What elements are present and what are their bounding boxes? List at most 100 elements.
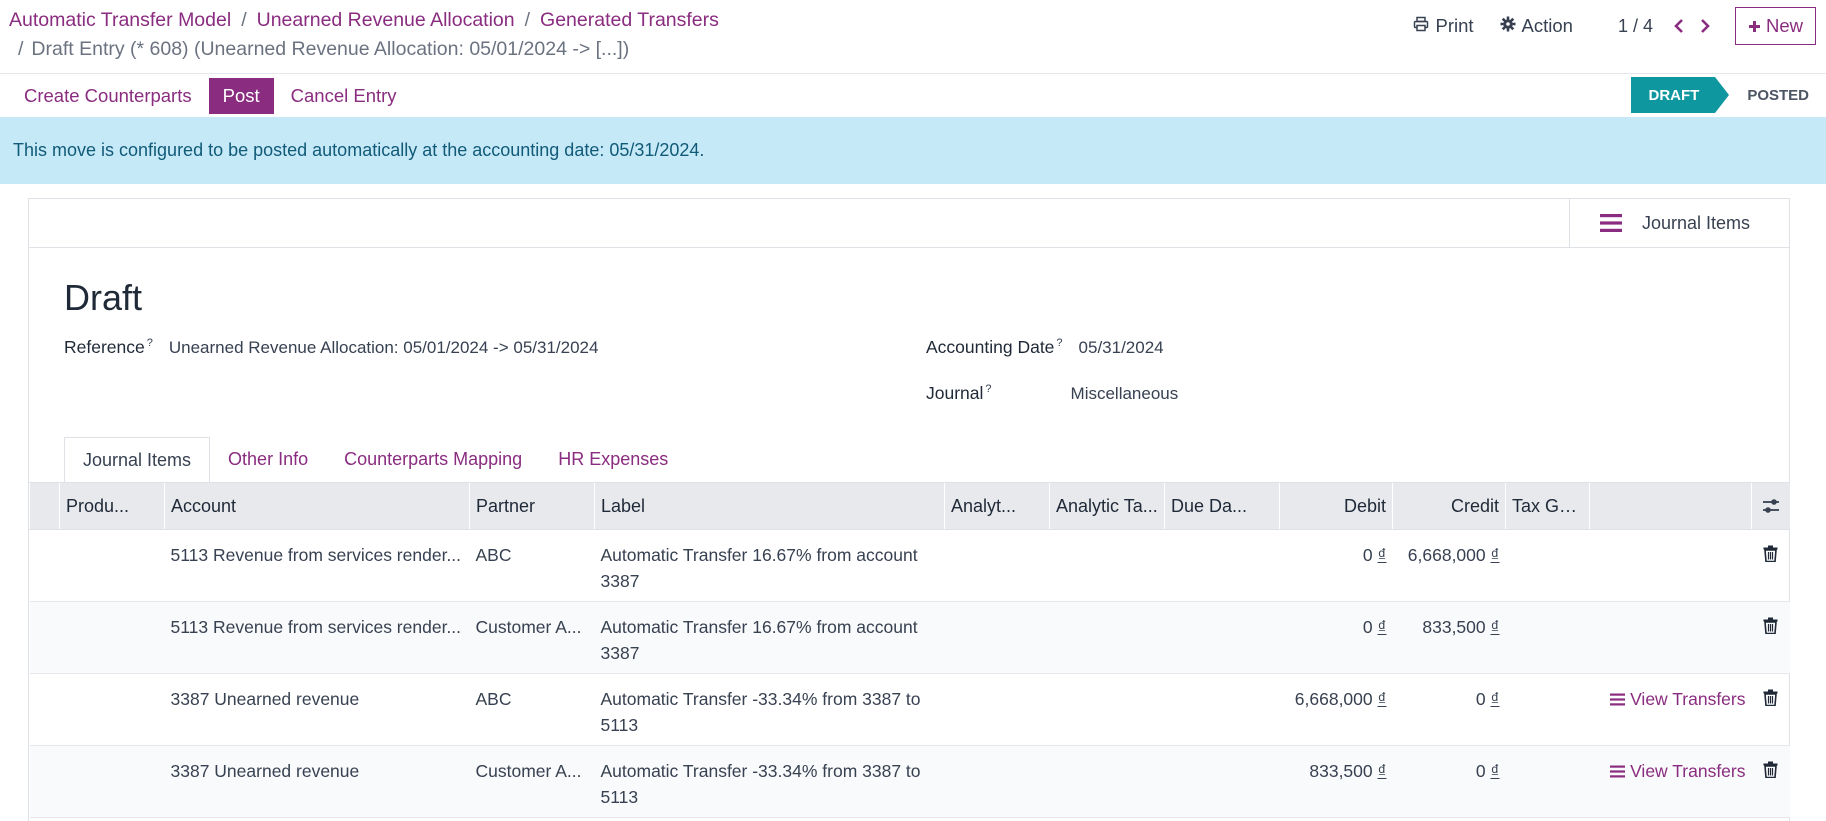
cell-account[interactable]: 3387 Unearned revenue <box>164 745 470 818</box>
new-button[interactable]: New <box>1734 7 1816 45</box>
cell-credit[interactable]: 0 ₫ <box>1392 745 1506 818</box>
optional-columns-toggle[interactable] <box>1751 482 1790 530</box>
cell-partner[interactable]: Customer A... <box>469 601 595 674</box>
stage-posted[interactable]: POSTED <box>1733 77 1826 113</box>
cell-tax-grids[interactable] <box>1505 601 1590 674</box>
journal-value[interactable]: Miscellaneous <box>1071 384 1179 404</box>
reference-value[interactable]: Unearned Revenue Allocation: 05/01/2024 … <box>169 338 599 358</box>
pager-previous-button[interactable] <box>1673 18 1685 34</box>
action-button[interactable]: Action <box>1500 15 1573 37</box>
list-icon <box>1610 693 1626 705</box>
reference-label: Reference? <box>64 337 153 357</box>
create-counterparts-button[interactable]: Create Counterparts <box>13 85 203 107</box>
accounting-date-label: Accounting Date? <box>926 337 1063 357</box>
table-row[interactable]: 5113 Revenue from services render... ABC… <box>29 529 1790 602</box>
cell-debit[interactable]: 0 ₫ <box>1279 601 1393 674</box>
cell-analytic-tags[interactable] <box>1049 673 1165 746</box>
cell-due-date[interactable] <box>1164 745 1280 818</box>
new-label: New <box>1765 15 1803 36</box>
cell-product[interactable] <box>59 601 165 674</box>
cell-partner[interactable]: Customer A... <box>469 745 595 818</box>
cell-product[interactable] <box>59 673 165 746</box>
column-header-due-date[interactable]: Due Da... <box>1164 482 1280 530</box>
cell-label[interactable]: Automatic Transfer 16.67% from account 3… <box>594 601 945 674</box>
breadcrumb-item-generated-transfers[interactable]: Generated Transfers <box>540 9 719 32</box>
cell-due-date[interactable] <box>1164 529 1280 602</box>
cell-analytic[interactable] <box>944 673 1050 746</box>
column-header-account[interactable]: Account <box>164 482 470 530</box>
cell-analytic[interactable] <box>944 601 1050 674</box>
accounting-date-value[interactable]: 05/31/2024 <box>1079 338 1164 358</box>
cell-analytic-tags[interactable] <box>1049 745 1165 818</box>
stage-draft[interactable]: DRAFT <box>1631 77 1730 113</box>
delete-row-button[interactable] <box>1751 601 1790 674</box>
column-header-analytic-tags[interactable]: Analytic Ta... <box>1049 482 1165 530</box>
delete-row-button[interactable] <box>1751 673 1790 746</box>
chevron-left-icon <box>1674 19 1683 33</box>
cell-debit[interactable]: 833,500 ₫ <box>1279 745 1393 818</box>
post-button[interactable]: Post <box>208 77 274 114</box>
status-bar: Create Counterparts Post Cancel Entry DR… <box>0 77 1826 117</box>
help-icon[interactable]: ? <box>985 383 991 395</box>
table-row[interactable]: 5113 Revenue from services render... Cus… <box>29 601 1790 674</box>
cell-credit[interactable]: 833,500 ₫ <box>1392 601 1506 674</box>
cell-partner[interactable]: ABC <box>469 673 595 746</box>
view-transfers-button[interactable]: View Transfers <box>1596 686 1746 712</box>
cell-due-date[interactable] <box>1164 601 1280 674</box>
tab-hr-expenses[interactable]: HR Expenses <box>540 437 686 482</box>
help-icon[interactable]: ? <box>1056 337 1062 349</box>
cell-account[interactable]: 3387 Unearned revenue <box>164 673 470 746</box>
cell-credit[interactable]: 0 ₫ <box>1392 673 1506 746</box>
handle-header <box>29 482 60 530</box>
cell-label[interactable]: Automatic Transfer 16.67% from account 3… <box>594 529 945 602</box>
print-button[interactable]: Print <box>1413 15 1474 37</box>
tab-journal-items[interactable]: Journal Items <box>64 437 211 483</box>
table-row[interactable]: 3387 Unearned revenue Customer A... Auto… <box>29 745 1790 818</box>
cell-account[interactable]: 5113 Revenue from services render... <box>164 529 470 602</box>
trash-icon <box>1763 761 1778 778</box>
column-header-analytic[interactable]: Analyt... <box>944 482 1050 530</box>
cell-analytic[interactable] <box>944 529 1050 602</box>
pager-value[interactable]: 1 / 4 <box>1618 16 1653 37</box>
cell-product[interactable] <box>59 745 165 818</box>
column-header-product[interactable]: Produ... <box>59 482 165 530</box>
cell-label[interactable]: Automatic Transfer -33.34% from 3387 to … <box>594 673 945 746</box>
tab-other-info[interactable]: Other Info <box>210 437 326 482</box>
cell-analytic-tags[interactable] <box>1049 601 1165 674</box>
pager-next-button[interactable] <box>1699 18 1711 34</box>
cell-tax-grids[interactable] <box>1505 529 1590 602</box>
cell-analytic-tags[interactable] <box>1049 529 1165 602</box>
breadcrumb-separator: / <box>241 8 247 31</box>
column-header-tax-grids[interactable]: Tax Gri... <box>1505 482 1590 530</box>
cell-label[interactable]: Automatic Transfer -33.34% from 3387 to … <box>594 745 945 818</box>
cell-partner[interactable]: ABC <box>469 529 595 602</box>
cell-tax-grids[interactable] <box>1505 673 1590 746</box>
cell-debit[interactable]: 6,668,000 ₫ <box>1279 673 1393 746</box>
column-header-debit[interactable]: Debit <box>1279 482 1393 530</box>
accounting-date-field: Accounting Date? 05/31/2024 <box>926 337 1164 358</box>
breadcrumb-item-automatic-transfer-model[interactable]: Automatic Transfer Model <box>9 9 231 32</box>
column-header-credit[interactable]: Credit <box>1392 482 1506 530</box>
cell-debit[interactable]: 0 ₫ <box>1279 529 1393 602</box>
cell-product[interactable] <box>59 529 165 602</box>
delete-row-button[interactable] <box>1751 529 1790 602</box>
table-header-row: Produ... Account Partner Label Analyt...… <box>29 482 1790 530</box>
action-label: Action <box>1521 15 1573 36</box>
cell-account[interactable]: 5113 Revenue from services render... <box>164 601 470 674</box>
cell-analytic[interactable] <box>944 745 1050 818</box>
sliders-icon <box>1762 499 1779 513</box>
cell-credit[interactable]: 6,668,000 ₫ <box>1392 529 1506 602</box>
help-icon[interactable]: ? <box>147 337 153 349</box>
breadcrumb-item-unearned-revenue-allocation[interactable]: Unearned Revenue Allocation <box>257 9 515 32</box>
delete-row-button[interactable] <box>1751 745 1790 818</box>
view-transfers-button[interactable]: View Transfers <box>1596 758 1746 784</box>
column-header-label[interactable]: Label <box>594 482 945 530</box>
cell-tax-grids[interactable] <box>1505 745 1590 818</box>
journal-items-smart-button[interactable]: Journal Items <box>1569 199 1789 247</box>
column-header-partner[interactable]: Partner <box>469 482 595 530</box>
cell-due-date[interactable] <box>1164 673 1280 746</box>
tab-counterparts-mapping[interactable]: Counterparts Mapping <box>326 437 540 482</box>
cancel-entry-button[interactable]: Cancel Entry <box>280 85 408 107</box>
table-row[interactable]: 3387 Unearned revenue ABC Automatic Tran… <box>29 673 1790 746</box>
breadcrumb-current: Draft Entry (* 608) (Unearned Revenue Al… <box>31 37 630 60</box>
